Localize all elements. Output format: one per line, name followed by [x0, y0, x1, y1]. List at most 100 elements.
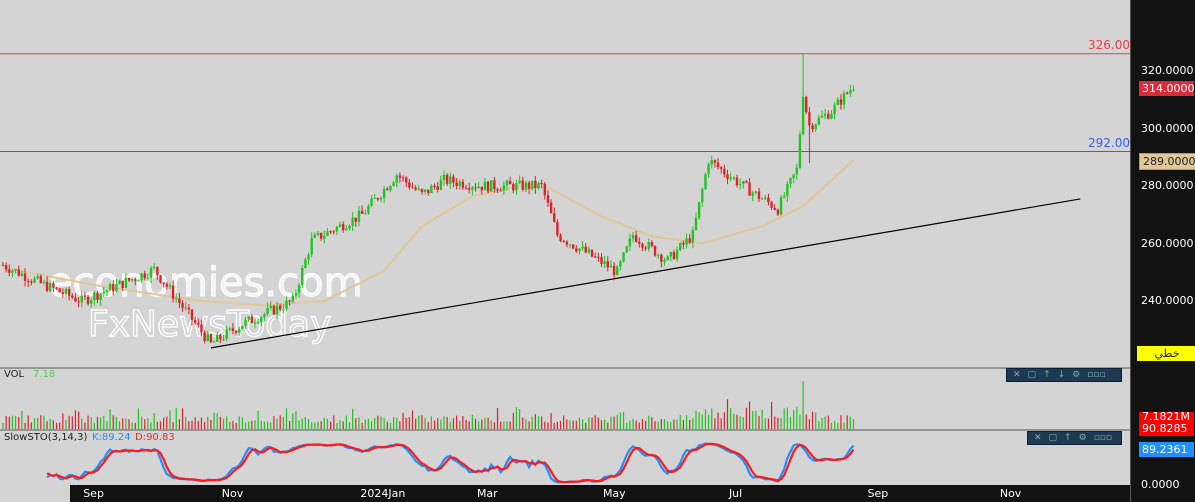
sto-zero-label: 0.0000	[1141, 478, 1180, 491]
candle	[735, 174, 739, 188]
volume-bar	[591, 417, 593, 429]
volume-bar	[578, 417, 581, 429]
candle	[445, 173, 449, 187]
settings-icon[interactable]: ⚙	[1072, 370, 1080, 380]
volume-bar	[263, 421, 266, 429]
volume-bar	[314, 422, 316, 429]
volume-bar	[260, 420, 262, 429]
candle	[710, 155, 713, 169]
candle	[376, 197, 380, 202]
candle	[477, 181, 480, 189]
candle	[723, 164, 726, 178]
candle	[326, 228, 329, 237]
volume-bar	[276, 418, 278, 429]
volume-bar	[830, 422, 833, 429]
candle	[738, 178, 742, 190]
volume-bar	[462, 416, 464, 429]
volume-bar	[638, 422, 640, 429]
volume-bar	[512, 412, 514, 429]
volume-bar	[824, 416, 826, 429]
candle	[379, 196, 383, 203]
close-icon[interactable]: ✕	[1034, 433, 1042, 443]
volume-bar	[648, 415, 650, 429]
candle	[600, 253, 603, 268]
candle	[622, 251, 625, 263]
move-up-icon[interactable]: ↑	[1043, 370, 1051, 380]
candle	[764, 194, 767, 201]
candle	[458, 179, 461, 190]
volume-title: VOL	[4, 369, 25, 380]
volume-bar	[582, 419, 584, 429]
close-icon[interactable]: ✕	[1013, 370, 1021, 380]
candle	[395, 173, 398, 188]
volume-bar	[33, 418, 36, 429]
candle	[660, 253, 663, 268]
volume-panel-toolbar: ✕ ▢ ↑ ↓ ⚙ ▫▫▫	[1006, 368, 1122, 382]
time-tick-label: Mar	[476, 487, 498, 500]
volume-bar	[326, 418, 329, 429]
candle	[609, 260, 613, 268]
volume-bar	[380, 416, 382, 429]
candle	[559, 233, 562, 243]
chart-canvas[interactable]: economies.comFxNewsToday	[0, 0, 1195, 502]
candle	[839, 94, 843, 110]
volume-bar	[216, 413, 218, 429]
candle	[8, 264, 11, 277]
volume-bar	[515, 407, 518, 429]
candle	[386, 186, 389, 191]
volume-bar	[572, 420, 574, 429]
more-icon[interactable]: ▫▫▫	[1094, 433, 1112, 443]
candle	[760, 197, 764, 200]
candle	[691, 226, 695, 249]
volume-bar	[767, 418, 770, 429]
volume-bar	[474, 418, 477, 429]
sto-title: SlowSTO(3,14,3)	[4, 432, 88, 443]
candle	[675, 246, 679, 262]
volume-bar	[150, 422, 152, 429]
candle	[578, 247, 581, 255]
volume-bar	[544, 421, 546, 429]
settings-icon[interactable]: ⚙	[1079, 433, 1087, 443]
maximize-icon[interactable]: ▢	[1049, 433, 1058, 443]
volume-bar	[849, 416, 851, 429]
volume-bar	[632, 418, 634, 429]
volume-bar	[588, 417, 590, 429]
volume-bar	[415, 418, 417, 429]
volume-bar	[424, 417, 426, 429]
more-icon[interactable]: ▫▫▫	[1087, 370, 1105, 380]
time-tick-label: Nov	[221, 487, 244, 500]
move-up-icon[interactable]: ↑	[1064, 433, 1072, 443]
candle	[423, 189, 427, 195]
candle	[631, 232, 635, 243]
move-down-icon[interactable]: ↓	[1058, 370, 1066, 380]
volume-bar	[585, 422, 587, 429]
candle	[830, 110, 833, 120]
volume-bar	[115, 417, 117, 429]
candle	[597, 252, 600, 262]
chart-type-button[interactable]: خطي	[1137, 346, 1195, 361]
candle	[430, 184, 433, 194]
candle	[634, 230, 638, 243]
volume-bar	[399, 421, 401, 429]
candle	[392, 180, 395, 187]
volume-bar	[163, 417, 165, 429]
volume-bar	[367, 418, 369, 429]
volume-bar	[619, 412, 621, 429]
candle	[319, 232, 323, 241]
volume-bar	[185, 416, 187, 429]
volume-bar	[200, 417, 203, 429]
volume-bar	[430, 416, 432, 429]
volume-bar	[2, 422, 4, 429]
volume-bar	[128, 419, 130, 429]
volume-bar	[547, 422, 549, 429]
volume-bar	[166, 416, 168, 429]
candle	[798, 131, 802, 170]
candle	[468, 182, 471, 194]
candle	[17, 265, 20, 277]
candle	[527, 180, 531, 195]
volume-bar	[232, 421, 234, 429]
volume-bar	[244, 422, 247, 429]
maximize-icon[interactable]: ▢	[1028, 370, 1037, 380]
candle	[549, 199, 553, 214]
volume-bar	[531, 416, 533, 429]
